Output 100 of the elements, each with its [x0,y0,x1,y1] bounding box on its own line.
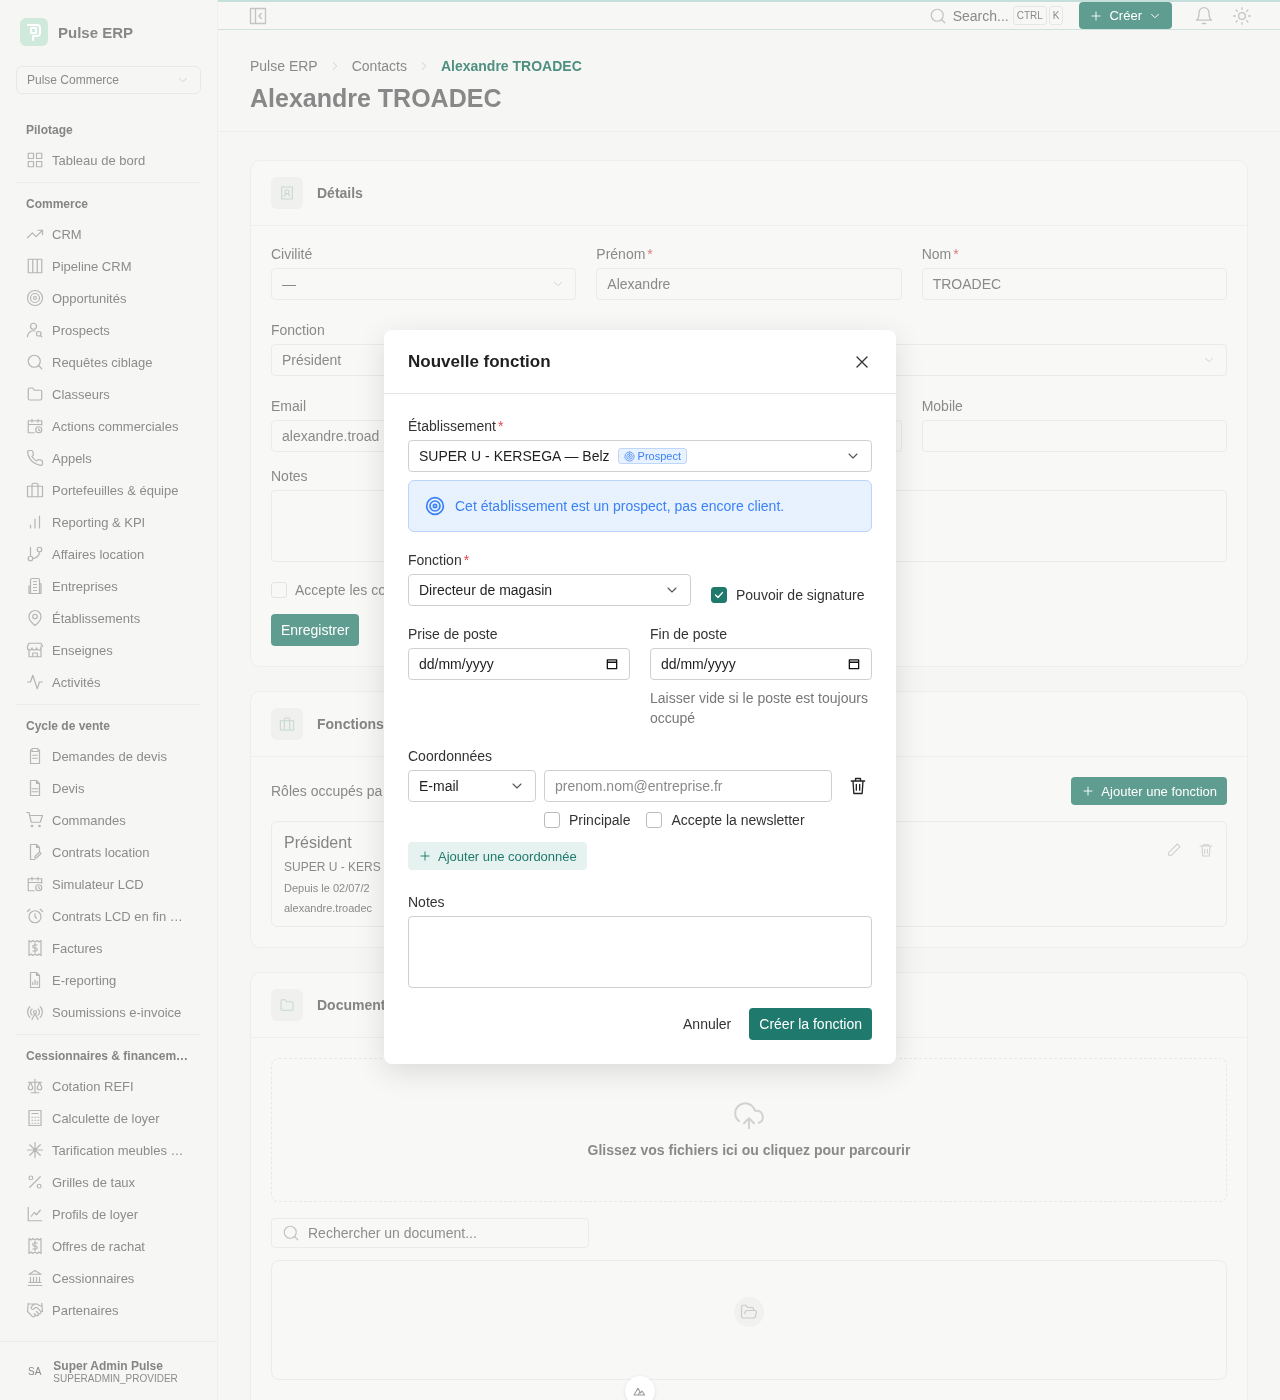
nav-item[interactable]: E-reporting [16,964,201,996]
shortcut-key: K [1048,6,1064,25]
nav-item[interactable]: Profils de loyer [16,1198,201,1230]
nav-item[interactable]: Cotation REFI [16,1070,201,1102]
scale-icon [26,1077,44,1095]
create-button[interactable]: Créer [1079,2,1172,29]
create-function-button[interactable]: Créer la fonction [749,1008,872,1040]
nav-item[interactable]: Offres de rachat [16,1230,201,1262]
map-pin-icon [26,609,44,627]
nav-item[interactable]: Entreprises [16,570,201,602]
checkbox[interactable] [711,587,727,603]
dialog-title: Nouvelle fonction [408,351,551,372]
save-button[interactable]: Enregistrer [271,614,360,646]
nav-item[interactable]: Appels [16,442,201,474]
breadcrumb-link[interactable]: Contacts [351,58,407,74]
shortcut-key: CTRL [1012,6,1047,25]
card-title: Document [317,997,386,1013]
alert-text: Cet établissement est un prospect, pas encore client. [455,498,785,514]
nav-item[interactable]: Commandes [16,804,201,836]
document-search-field[interactable]: Rechercher un document... [271,1218,589,1248]
nav-item[interactable]: Tarification meubles … [16,1134,201,1166]
nav-item[interactable]: Devis [16,772,201,804]
nav-item[interactable]: Reporting & KPI [16,506,201,538]
app-name: Pulse ERP [58,23,134,41]
checkbox-label: Pouvoir de signature [736,587,865,603]
dollar-receipt-icon [26,1237,44,1255]
calendar-clock-icon [26,417,44,435]
nav-item[interactable]: Contrats location [16,836,201,868]
nav-item[interactable]: Contrats LCD en fin … [16,900,201,932]
search-icon [26,353,44,371]
line-chart-icon [26,1205,44,1223]
input-field[interactable]: TROADEC [921,268,1227,300]
nav-item[interactable]: Soumissions e-invoice [16,996,201,1028]
role-place: SUPER U - KERS [284,860,382,874]
field-label: Notes [271,468,308,484]
nav-item[interactable]: Cessionnaires [16,1262,201,1294]
sidebar-toggle-icon[interactable] [248,5,268,26]
add-contact-button[interactable]: Ajouter une coordonnée [408,842,587,870]
date-field[interactable]: dd/mm/yyyy [650,648,872,680]
phone-icon [26,449,44,467]
checkbox[interactable] [544,812,560,828]
intro-text: Rôles occupés pa [271,783,383,799]
field-label: Établissement* [408,418,505,434]
nav-item[interactable]: Activités [16,666,201,698]
nav-item[interactable]: Calculette de loyer [16,1102,201,1134]
antenna-icon [26,1003,44,1021]
field-label: Coordonnées [408,748,494,764]
nav-item[interactable]: Enseignes [16,634,201,666]
cancel-button[interactable]: Annuler [675,1008,740,1040]
date-field[interactable]: dd/mm/yyyy [408,648,630,680]
checkbox[interactable] [646,812,663,828]
checkbox-label: Accepte la newsletter [671,812,805,828]
user-role: SUPERADMIN_PROVIDER [53,1372,178,1384]
select-field[interactable]: — [271,268,577,300]
dropzone-text: Glissez vos fichiers ici ou cliquez pour parcourir [587,1142,911,1158]
notes-field[interactable] [408,916,872,988]
breadcrumb-link[interactable]: Alexandre TROADEC [440,58,582,74]
logo-icon [20,18,48,46]
search-button[interactable]: Search... [928,6,1009,25]
nav-item[interactable]: Pipeline CRM [16,250,201,282]
establishment-select[interactable]: SUPER U - KERSEGA — Belz Prospect [408,440,872,472]
calendar-icon [847,657,861,671]
search-icon [282,1224,300,1242]
function-select[interactable]: Directeur de magasin [408,574,691,606]
sun-icon[interactable] [1232,5,1252,26]
field-label: Prise de poste [408,626,499,642]
nav-item[interactable]: Factures [16,932,201,964]
nav-item[interactable]: Affaires location [16,538,201,570]
bell-icon[interactable] [1194,5,1214,26]
nav-item[interactable]: Opportunités [16,282,201,314]
contact-value-field[interactable]: prenom.nom@entreprise.fr [544,770,832,802]
add-function-button[interactable]: Ajouter une fonction [1071,777,1227,805]
user-name: Super Admin Pulse [53,1358,164,1373]
nav-item[interactable]: Actions commerciales [16,410,201,442]
checkmark-icon [713,589,725,601]
nav-item[interactable]: CRM [16,218,201,250]
nav-item[interactable]: Grilles de taux [16,1166,201,1198]
nav-item[interactable]: Établissements [16,602,201,634]
nav-item[interactable]: Partenaires [16,1294,201,1326]
nav-item[interactable]: Tableau de bord [16,144,201,176]
nav-item[interactable]: Requêtes ciblage [16,346,201,378]
columns-icon [26,257,44,275]
building-icon [26,577,44,595]
target-icon [623,450,635,462]
breadcrumb-link[interactable]: Pulse ERP [250,58,318,74]
section-title: Cycle de vente [25,718,112,735]
card-title: Fonctions [317,716,384,732]
checkbox-label: Principale [569,812,631,828]
trash-icon[interactable] [848,776,868,796]
pencil-icon[interactable] [1166,842,1182,858]
nav-item[interactable]: Simulateur LCD [16,868,201,900]
nav-item[interactable]: Prospects [16,314,201,346]
page-title: Alexandre TROADEC [250,84,503,113]
nav-item[interactable]: Classeurs [16,378,201,410]
contact-type-select[interactable]: E-mail [408,770,536,802]
workspace-select[interactable]: Pulse Commerce [16,66,201,94]
nav-item[interactable]: Portefeuilles & équipe [16,474,201,506]
field-label: Fonction [271,322,325,338]
nav-item[interactable]: Demandes de devis [16,740,201,772]
input-field[interactable]: Alexandre [596,268,902,300]
